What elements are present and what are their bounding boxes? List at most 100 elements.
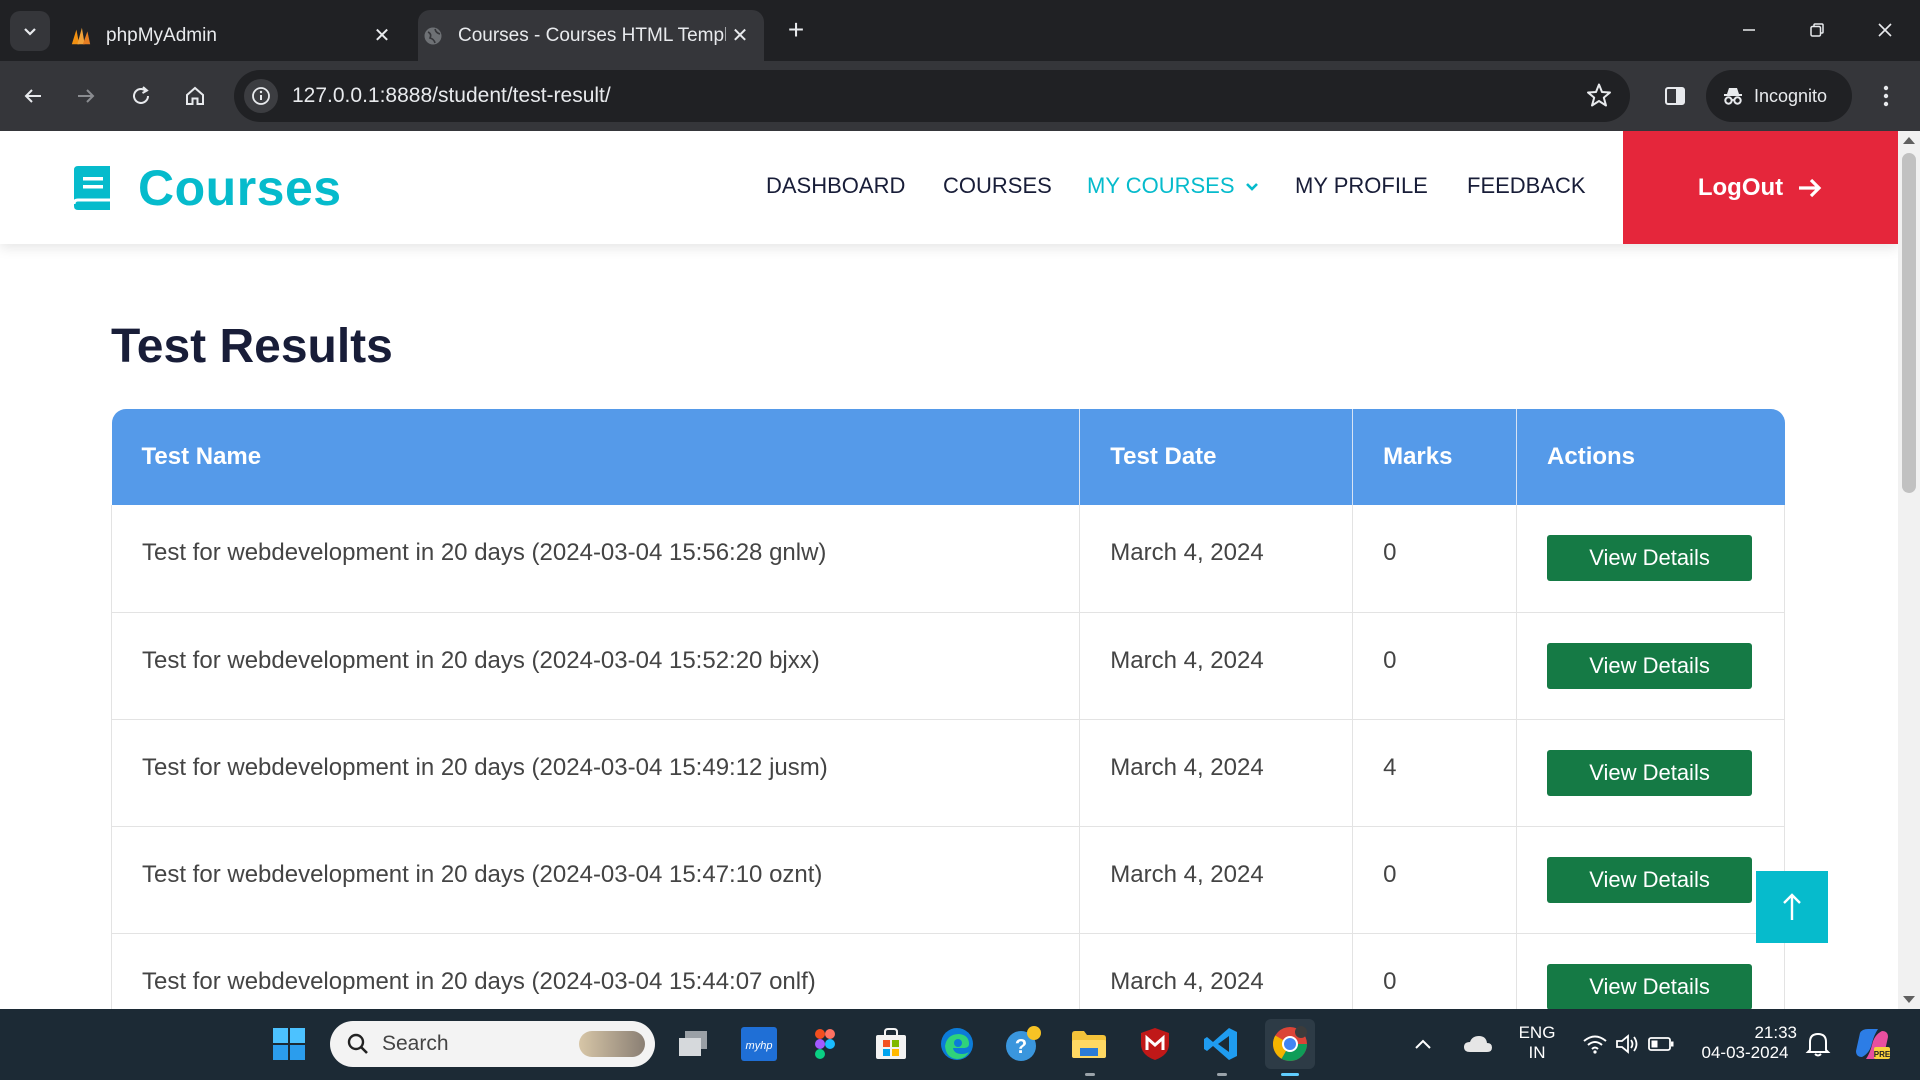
marks-cell: 0 <box>1352 826 1518 934</box>
view-details-button[interactable]: View Details <box>1547 642 1753 689</box>
view-details-button[interactable]: View Details <box>1547 963 1753 1009</box>
show-hidden-icons-button[interactable] <box>1408 1022 1438 1066</box>
nav-dashboard[interactable]: DASHBOARD <box>766 173 905 199</box>
nav-courses[interactable]: COURSES <box>943 173 1052 199</box>
home-button[interactable] <box>175 76 215 116</box>
test-date-cell: March 4, 2024 <box>1079 719 1354 827</box>
chevron-up-icon <box>1415 1039 1431 1049</box>
incognito-badge[interactable]: Incognito <box>1706 70 1852 122</box>
taskbar-help-app[interactable]: ? <box>1001 1022 1045 1066</box>
back-button[interactable] <box>13 76 53 116</box>
logout-button[interactable]: LogOut <box>1623 131 1898 244</box>
taskbar-store-app[interactable] <box>869 1022 913 1066</box>
scroll-up-arrow-icon[interactable] <box>1903 137 1915 144</box>
tab-title: phpMyAdmin <box>106 24 217 46</box>
close-icon <box>1878 23 1892 37</box>
globe-icon <box>422 25 444 47</box>
start-button[interactable] <box>267 1022 311 1066</box>
view-details-button[interactable]: View Details <box>1547 535 1753 582</box>
restore-button[interactable] <box>1794 8 1840 52</box>
taskbar-search-box[interactable]: Search <box>330 1021 655 1067</box>
taskbar-vscode-app[interactable] <box>1199 1022 1243 1066</box>
tab-title: Courses - Courses HTML Template <box>458 24 726 46</box>
side-panel-button[interactable] <box>1655 76 1695 116</box>
taskbar-chrome-app[interactable] <box>1265 1019 1315 1069</box>
taskbar-file-explorer-app[interactable] <box>1067 1022 1111 1066</box>
close-tab-icon[interactable]: ✕ <box>368 22 396 50</box>
task-view-button[interactable] <box>671 1022 715 1066</box>
test-date-cell: March 4, 2024 <box>1079 612 1354 720</box>
copilot-button[interactable]: PRE <box>1850 1022 1894 1066</box>
restore-icon <box>1810 23 1824 37</box>
taskbar-edge-app[interactable] <box>935 1022 979 1066</box>
clock-time: 21:33 <box>1754 1023 1797 1042</box>
nav-feedback[interactable]: FEEDBACK <box>1467 173 1586 199</box>
cloud-icon <box>1464 1036 1492 1052</box>
wifi-status[interactable] <box>1578 1022 1612 1066</box>
chevron-down-icon <box>1245 183 1258 192</box>
notifications-button[interactable] <box>1798 1022 1838 1066</box>
close-window-button[interactable] <box>1862 8 1908 52</box>
running-indicator <box>1085 1073 1095 1076</box>
test-name-cell: Test for webdevelopment in 20 days (2024… <box>110 933 1081 1009</box>
clock[interactable]: 21:33 04-03-2024 <box>1690 1023 1800 1063</box>
battery-status[interactable] <box>1644 1022 1678 1066</box>
tab-search-button[interactable] <box>10 11 50 51</box>
view-details-button[interactable]: View Details <box>1547 749 1753 796</box>
taskbar-myhp-app[interactable]: myhp <box>737 1022 781 1066</box>
incognito-icon <box>1724 88 1742 105</box>
tab-courses[interactable]: Courses - Courses HTML Template ✕ <box>418 10 764 61</box>
address-bar[interactable]: 127.0.0.1:8888/student/test-result/ <box>234 70 1630 122</box>
reload-button[interactable] <box>121 76 161 116</box>
onedrive-button[interactable] <box>1456 1022 1500 1066</box>
back-to-top-button[interactable] <box>1756 871 1828 943</box>
minimize-icon <box>1743 29 1755 31</box>
site-header: Courses DASHBOARD COURSES MY COURSES MY … <box>0 131 1898 244</box>
close-tab-icon[interactable]: ✕ <box>726 22 754 50</box>
marks-cell: 4 <box>1352 719 1518 827</box>
taskbar-mcafee-app[interactable] <box>1133 1022 1177 1066</box>
site-info-icon[interactable] <box>244 79 278 113</box>
taskbar-figma-app[interactable] <box>803 1022 847 1066</box>
new-tab-button[interactable]: + <box>780 14 812 46</box>
search-label: Search <box>382 1032 449 1055</box>
marks-cell: 0 <box>1352 612 1518 720</box>
browser-menu-button[interactable] <box>1870 76 1902 116</box>
tab-phpmyadmin[interactable]: phpMyAdmin ✕ <box>66 10 406 61</box>
scrollbar-thumb[interactable] <box>1902 153 1916 493</box>
help-icon: ? <box>1006 1026 1041 1061</box>
search-highlight-image <box>579 1031 645 1057</box>
column-header-actions: Actions <box>1516 409 1785 505</box>
page-viewport: Courses DASHBOARD COURSES MY COURSES MY … <box>0 131 1898 1009</box>
nav-my-courses[interactable]: MY COURSES <box>1087 173 1259 199</box>
actions-cell: View Details <box>1516 826 1785 934</box>
test-name-cell: Test for webdevelopment in 20 days (2024… <box>110 505 1081 613</box>
svg-text:myhp: myhp <box>746 1040 773 1052</box>
nav-my-courses-label: MY COURSES <box>1087 173 1235 198</box>
volume-status[interactable] <box>1610 1022 1644 1066</box>
minimize-button[interactable] <box>1726 8 1772 52</box>
table-row: Test for webdevelopment in 20 days (2024… <box>110 826 1785 934</box>
actions-cell: View Details <box>1516 719 1785 827</box>
brand-logo[interactable]: Courses <box>70 159 342 217</box>
incognito-label: Incognito <box>1754 85 1828 106</box>
language-code: ENG <box>1518 1023 1556 1042</box>
speaker-icon <box>1616 1034 1638 1054</box>
myhp-icon: myhp <box>741 1027 777 1061</box>
language-indicator[interactable]: ENG IN <box>1510 1023 1564 1063</box>
nav-my-profile[interactable]: MY PROFILE <box>1295 173 1428 199</box>
view-details-button[interactable]: View Details <box>1547 856 1753 903</box>
bookmark-star-icon[interactable] <box>1586 82 1612 113</box>
search-icon <box>347 1033 368 1054</box>
url-text: 127.0.0.1:8888/student/test-result/ <box>292 84 611 107</box>
windows-logo-icon <box>273 1028 305 1060</box>
page-scrollbar[interactable] <box>1898 131 1920 1009</box>
phpmyadmin-favicon-icon <box>70 25 92 47</box>
forward-button[interactable] <box>66 76 106 116</box>
actions-cell: View Details <box>1516 612 1785 720</box>
scroll-down-arrow-icon[interactable] <box>1903 996 1915 1003</box>
notification-bell-icon <box>1805 1032 1831 1057</box>
test-name-cell: Test for webdevelopment in 20 days (2024… <box>110 612 1081 720</box>
more-vertical-icon <box>1883 85 1889 107</box>
column-header-test-date: Test Date <box>1079 409 1354 505</box>
